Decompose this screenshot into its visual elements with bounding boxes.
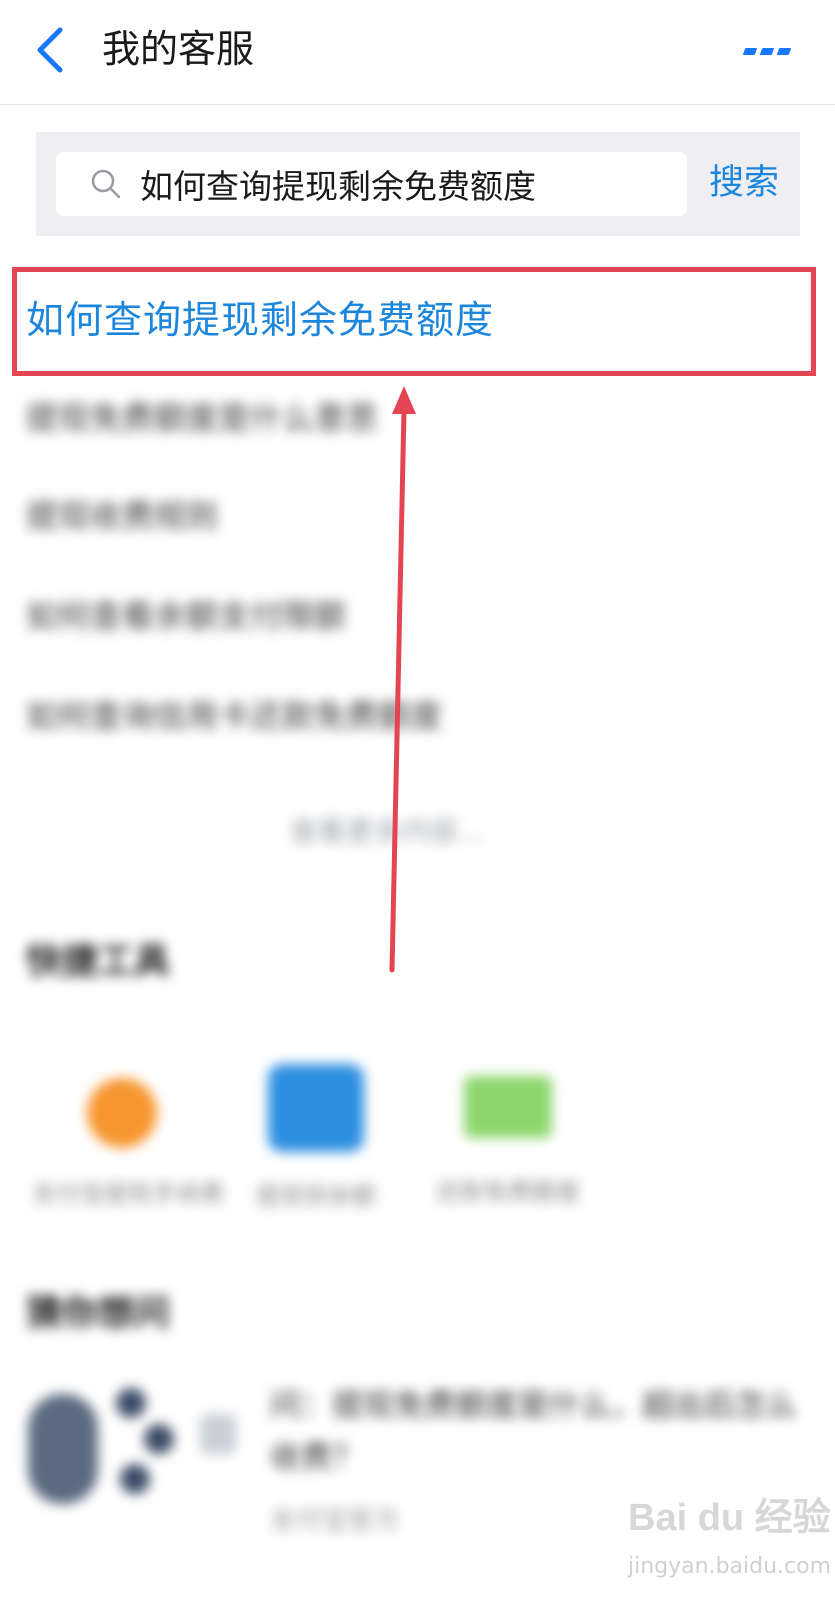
transfer-card-icon bbox=[268, 1064, 364, 1152]
highlight-annotation-box bbox=[12, 267, 816, 376]
result-item[interactable]: 提现免费额度是什么意思 bbox=[26, 392, 378, 444]
tool-label: 还款免费额度 bbox=[436, 1178, 580, 1206]
search-button[interactable]: 搜索 bbox=[709, 156, 779, 210]
baidu-jingyan-watermark: Bai du 经验 jingyan.baidu.com bbox=[620, 1480, 832, 1600]
search-icon bbox=[91, 169, 121, 199]
green-ticket-icon bbox=[464, 1076, 552, 1138]
recommend-section-title: 猜你想问 bbox=[26, 1293, 171, 1334]
result-item[interactable]: 提现收费规则 bbox=[26, 490, 218, 542]
orange-circle-icon bbox=[87, 1078, 157, 1148]
chevron-left-icon bbox=[37, 27, 63, 73]
page-title: 我的客服 bbox=[102, 27, 255, 71]
recommend-question[interactable]: 问：提现免费额度是什么，超出后怎么收费？ bbox=[270, 1380, 800, 1484]
result-item[interactable]: 如何查询信用卡还款免费额度 bbox=[26, 690, 442, 742]
back-button[interactable] bbox=[30, 24, 74, 76]
result-item[interactable]: 如何查看余额支付限额 bbox=[26, 590, 346, 642]
search-input[interactable] bbox=[140, 158, 660, 210]
watermark-url: jingyan.baidu.com bbox=[628, 1554, 832, 1579]
search-field[interactable] bbox=[56, 152, 687, 216]
tool-item-transfer[interactable]: 提现到余额 bbox=[226, 1064, 406, 1211]
tool-label: 提现到余额 bbox=[256, 1182, 376, 1210]
tool-item-quota[interactable]: 还款免费额度 bbox=[418, 1076, 598, 1207]
recommend-thumbnail bbox=[20, 1384, 250, 1534]
more-results-link[interactable]: 查看更多内容... bbox=[290, 810, 485, 854]
tool-label: 支付宝提现手续费 bbox=[32, 1180, 224, 1208]
recommend-meta: 支付宝官方 bbox=[270, 1506, 401, 1536]
tools-section-title: 快捷工具 bbox=[26, 941, 171, 982]
tool-item-fee[interactable]: 支付宝提现手续费 bbox=[32, 1078, 224, 1209]
watermark-brand: Bai du 经验 bbox=[628, 1497, 831, 1539]
nav-header: 我的客服 bbox=[0, 0, 835, 105]
more-dots-icon[interactable] bbox=[742, 40, 800, 60]
annotation-arrow bbox=[389, 386, 416, 973]
search-bar: 搜索 bbox=[36, 132, 800, 236]
